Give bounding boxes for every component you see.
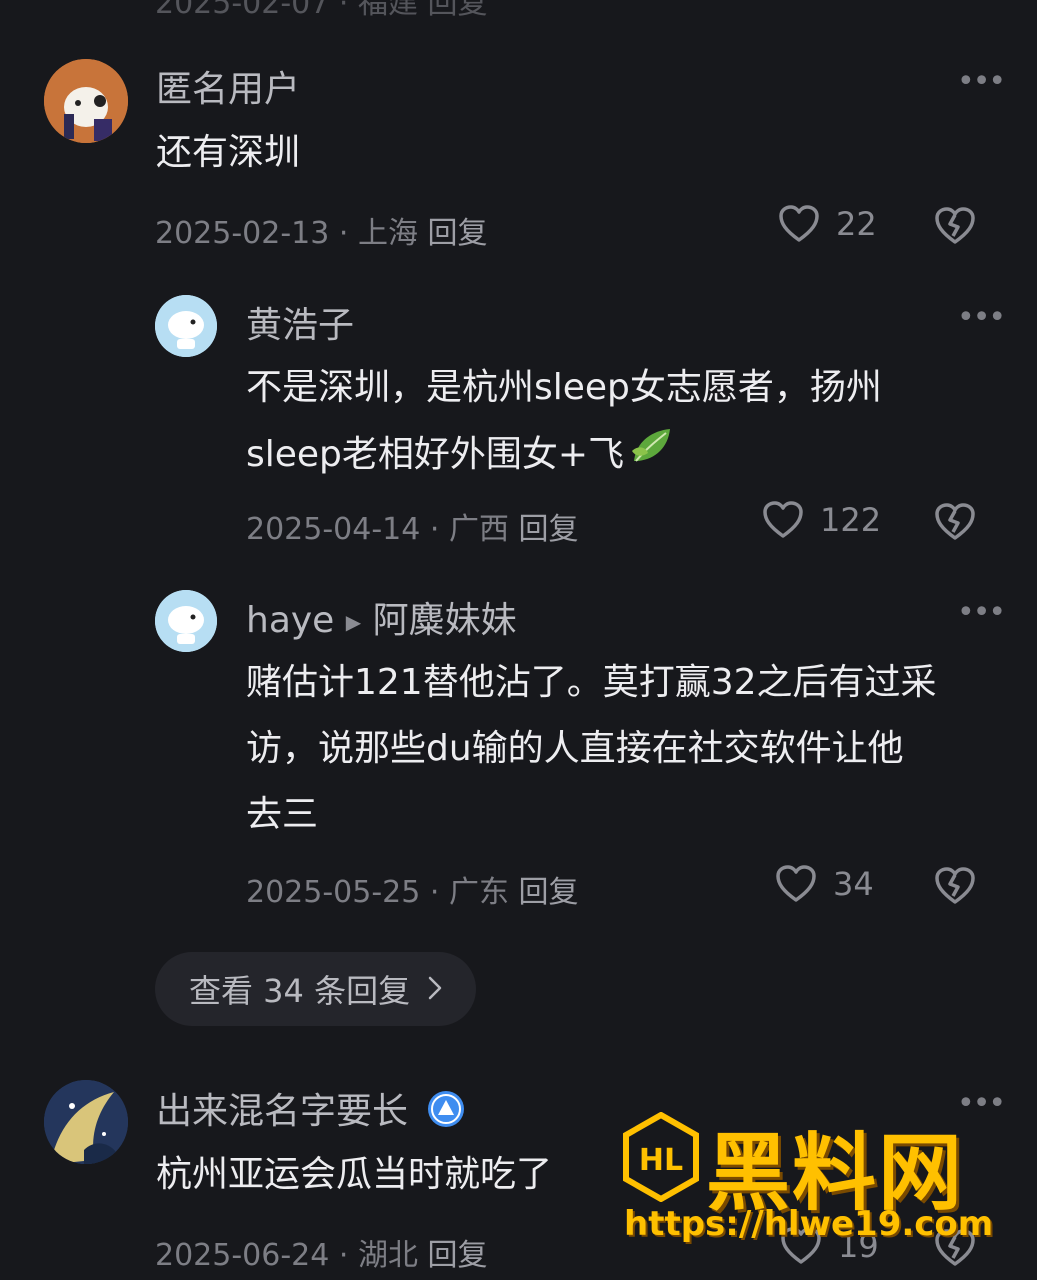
reply-text: 不是深圳，是杭州sleep女志愿者，扬州 sleep老相好外围女+飞 [246, 355, 882, 491]
reply-text-line: 去三 [246, 794, 319, 835]
reply-region: 广西 [449, 512, 509, 547]
watermark-url: https://hlwe19.com [624, 1204, 994, 1244]
verified-badge-icon [427, 1090, 465, 1137]
separator: · [429, 875, 440, 910]
like-button[interactable]: 22 [778, 204, 877, 244]
previous-comment-meta: 2025-02-07 · 福建 回复 [155, 0, 488, 21]
watermark-logo: HL [622, 1111, 700, 1203]
comment-author-name[interactable]: 出来混名字要长 [156, 1091, 408, 1132]
avatar[interactable] [44, 59, 128, 143]
separator: · [429, 512, 440, 547]
reply-to-name[interactable]: 阿麋妹妹 [373, 600, 517, 641]
reply-text-line: 赌估计121替他沾了。莫打赢32之后有过采 [246, 662, 937, 703]
reply-text-line: 访，说那些du输的人直接在社交软件让他 [246, 728, 904, 769]
like-count: 34 [833, 865, 874, 903]
comment-text: 杭州亚运会瓜当时就吃了 [156, 1154, 553, 1195]
dislike-button[interactable] [934, 502, 976, 546]
comment-date: 2025-06-24 [155, 1238, 330, 1273]
reply-button[interactable]: 回复 [519, 512, 579, 547]
like-button[interactable]: 122 [762, 500, 881, 540]
dislike-button[interactable] [934, 866, 976, 910]
heart-icon [779, 205, 819, 242]
broken-heart-icon [935, 207, 975, 244]
reply-region: 广东 [449, 875, 509, 910]
avatar[interactable] [155, 590, 217, 652]
avatar[interactable] [44, 1080, 128, 1164]
reply-to-arrow-icon: ▶ [345, 610, 362, 634]
like-count: 122 [820, 501, 882, 539]
broken-heart-icon [935, 867, 975, 904]
separator: · [338, 216, 349, 251]
reply-button[interactable]: 回复 [519, 875, 579, 910]
comment-author[interactable]: 出来混名字要长 [156, 1082, 465, 1137]
chevron-right-icon [428, 970, 442, 1008]
comment-region: 上海 [358, 216, 418, 251]
heart-icon [776, 865, 816, 902]
view-more-replies-button[interactable]: 查看 34 条回复 [155, 952, 477, 1026]
more-options-icon[interactable]: ••• [957, 595, 1006, 630]
dislike-button[interactable] [934, 206, 976, 250]
reply-meta: 2025-04-14 · 广西 回复 [246, 504, 579, 548]
comment-region: 湖北 [358, 1238, 418, 1273]
more-options-icon[interactable]: ••• [957, 300, 1006, 335]
reply-author[interactable]: 黄浩子 [246, 296, 354, 348]
view-more-label: 查看 34 条回复 [189, 972, 411, 1010]
reply-author[interactable]: haye ▶ 阿麋妹妹 [246, 591, 517, 643]
reply-button[interactable]: 回复 [428, 216, 488, 251]
separator: · [338, 1238, 349, 1273]
reply-meta: 2025-05-25 · 广东 回复 [246, 867, 579, 911]
reply-text-line: 不是深圳，是杭州sleep女志愿者，扬州 [246, 367, 882, 408]
comment-date: 2025-02-13 [155, 216, 330, 251]
more-options-icon[interactable]: ••• [957, 64, 1006, 99]
broken-heart-icon [935, 503, 975, 540]
reply-date: 2025-04-14 [246, 512, 421, 547]
leaf-emoji-icon [628, 421, 676, 491]
reply-date: 2025-05-25 [246, 875, 421, 910]
heart-icon [763, 501, 803, 538]
avatar[interactable] [155, 295, 217, 357]
comment-meta: 2025-06-24 · 湖北 回复 [155, 1230, 488, 1274]
reply-button[interactable]: 回复 [428, 1238, 488, 1273]
comment-text: 还有深圳 [156, 132, 301, 173]
like-button[interactable]: 34 [775, 864, 874, 904]
like-count: 22 [836, 205, 877, 243]
comment-meta: 2025-02-13 · 上海 回复 [155, 208, 488, 252]
watermark: HL 黑料网 https://hlwe19.com [622, 1111, 1022, 1252]
reply-text: 赌估计121替他沾了。莫打赢32之后有过采 访，说那些du输的人直接在社交软件让… [246, 650, 937, 848]
reply-author-name[interactable]: haye [246, 600, 334, 641]
comment-author[interactable]: 匿名用户 [156, 60, 300, 112]
reply-text-line: sleep老相好外围女+飞 [246, 421, 882, 491]
svg-text:HL: HL [639, 1143, 683, 1178]
